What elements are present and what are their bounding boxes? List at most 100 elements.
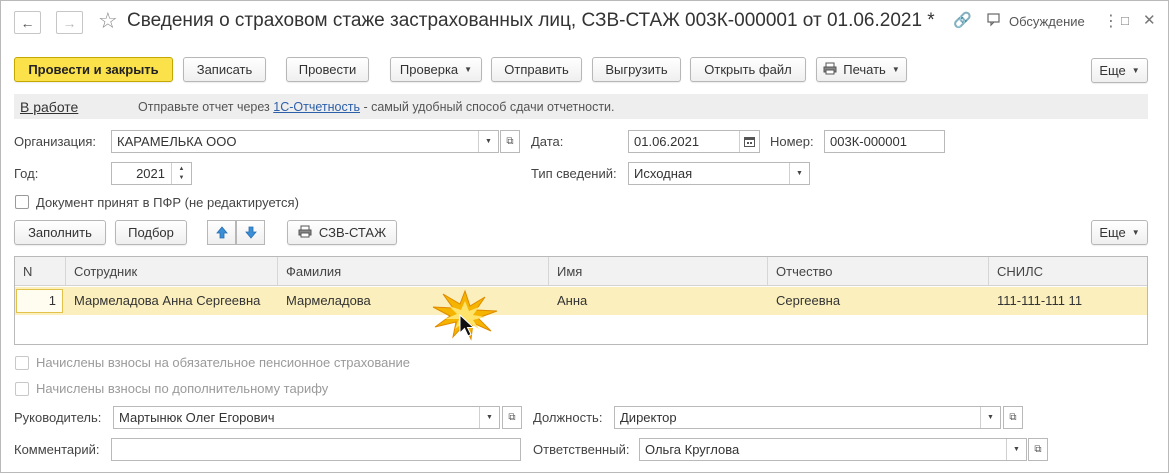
szv-print-button[interactable]: СЗВ-СТАЖ — [287, 220, 397, 245]
open-icon: ⧉ — [1034, 444, 1042, 455]
fill-button[interactable]: Заполнить — [14, 220, 106, 245]
head-open-button[interactable]: ⧉ — [502, 406, 522, 429]
dropdown-arrow-icon[interactable]: ▼ — [980, 407, 1000, 428]
table-header: N Сотрудник Фамилия Имя Отчество СНИЛС — [15, 257, 1147, 286]
szv-print-label: СЗВ-СТАЖ — [318, 225, 387, 240]
table-more-button[interactable]: Еще ▼ — [1091, 220, 1148, 245]
export-button[interactable]: Выгрузить — [592, 57, 681, 82]
dropdown-arrow-icon[interactable]: ▼ — [479, 407, 499, 428]
head-field[interactable]: Мартынюк Олег Егорович ▼ — [113, 406, 500, 429]
spin-down-icon[interactable]: ▼ — [179, 174, 185, 183]
check-button[interactable]: Проверка ▼ — [390, 57, 482, 82]
org-field[interactable]: КАРАМЕЛЬКА ООО ▼ — [111, 130, 499, 153]
type-select[interactable]: Исходная ▼ — [628, 162, 810, 185]
col-first-name[interactable]: Имя — [549, 257, 768, 286]
dropdown-arrow-icon[interactable]: ▼ — [1006, 439, 1026, 460]
pension-checkbox[interactable] — [15, 356, 29, 370]
select-button[interactable]: Подбор — [115, 220, 187, 245]
forward-button[interactable]: → — [56, 11, 83, 34]
responsible-field[interactable]: Ольга Круглова ▼ — [639, 438, 1027, 461]
move-down-button[interactable] — [236, 220, 265, 245]
type-label: Тип сведений: — [531, 166, 617, 181]
date-field[interactable]: 01.06.2021 — [628, 130, 760, 153]
dropdown-arrow-icon[interactable]: ▼ — [478, 131, 498, 152]
row-number-cell[interactable]: 1 — [16, 289, 63, 313]
org-open-button[interactable]: ⧉ — [500, 130, 520, 153]
printer-icon — [823, 62, 837, 78]
accepted-checkbox[interactable] — [15, 195, 29, 209]
extra-tariff-checkbox[interactable] — [15, 382, 29, 396]
open-icon: ⧉ — [1009, 412, 1017, 423]
org-value: КАРАМЕЛЬКА ООО — [117, 134, 237, 149]
post-and-close-button[interactable]: Провести и закрыть — [14, 57, 173, 82]
caret-down-icon: ▼ — [464, 65, 473, 74]
spin-up-icon[interactable]: ▲ — [179, 165, 185, 174]
year-spinner[interactable]: ▲ ▼ — [171, 163, 191, 184]
send-button[interactable]: Отправить — [491, 57, 582, 82]
open-file-button[interactable]: Открыть файл — [690, 57, 806, 82]
col-employee[interactable]: Сотрудник — [66, 257, 278, 286]
accepted-label: Документ принят в ПФР (не редактируется) — [36, 195, 299, 210]
extra-tariff-label: Начислены взносы по дополнительному тари… — [36, 381, 329, 396]
year-field[interactable]: 2021 ▲ ▼ — [111, 162, 192, 185]
col-last-name[interactable]: Фамилия — [278, 257, 549, 286]
more-button[interactable]: Еще ▼ — [1091, 58, 1148, 83]
more-label: Еще — [1099, 63, 1126, 78]
col-middle-name[interactable]: Отчество — [768, 257, 989, 286]
back-button[interactable]: ← — [14, 11, 41, 34]
reporting-link[interactable]: 1С-Отчетность — [273, 100, 360, 114]
check-label: Проверка — [399, 62, 459, 77]
link-icon[interactable]: 🔗 — [953, 11, 972, 29]
col-n[interactable]: N — [15, 257, 66, 286]
employees-table: N Сотрудник Фамилия Имя Отчество СНИЛС 1… — [14, 256, 1148, 345]
year-value: 2021 — [136, 166, 165, 181]
comment-input[interactable] — [111, 438, 521, 461]
caret-down-icon: ▼ — [1131, 66, 1140, 75]
responsible-value: Ольга Круглова — [645, 442, 740, 457]
type-value: Исходная — [634, 166, 693, 181]
print-button[interactable]: Печать ▼ — [816, 57, 907, 82]
position-field[interactable]: Директор ▼ — [614, 406, 1001, 429]
responsible-label: Ответственный: — [533, 442, 630, 457]
date-value: 01.06.2021 — [634, 134, 700, 149]
calendar-icon[interactable] — [739, 131, 759, 152]
position-value: Директор — [620, 410, 677, 425]
mouse-cursor-icon — [459, 314, 475, 337]
number-field[interactable]: 003К-000001 — [824, 130, 945, 153]
table-row[interactable]: 1 Мармеладова Анна Сергеевна Мармеладова… — [15, 287, 1147, 315]
date-label: Дата: — [531, 134, 564, 149]
head-value: Мартынюк Олег Егорович — [119, 410, 275, 425]
window-title: Сведения о страховом стаже застрахованны… — [127, 10, 935, 31]
discussion-link[interactable]: Обсуждение — [1009, 14, 1085, 29]
arrow-down-icon — [244, 226, 257, 239]
pension-label: Начислены взносы на обязательное пенсион… — [36, 355, 411, 370]
col-snils[interactable]: СНИЛС — [989, 257, 1147, 286]
position-open-button[interactable]: ⧉ — [1003, 406, 1023, 429]
row-last-name[interactable]: Мармеладова — [278, 287, 371, 315]
save-button[interactable]: Записать — [183, 57, 266, 82]
open-icon: ⧉ — [508, 412, 516, 423]
post-button[interactable]: Провести — [286, 57, 369, 82]
maximize-icon[interactable]: □ — [1121, 13, 1129, 28]
more-icon[interactable]: ⋮ — [1103, 11, 1119, 31]
head-label: Руководитель: — [14, 410, 102, 425]
row-first-name[interactable]: Анна — [549, 287, 587, 315]
number-label: Номер: — [770, 134, 814, 149]
table-more-label: Еще — [1099, 225, 1126, 240]
move-up-button[interactable] — [207, 220, 236, 245]
discussion-icon[interactable] — [987, 13, 1003, 31]
responsible-open-button[interactable]: ⧉ — [1028, 438, 1048, 461]
info-text-before: Отправьте отчет через — [138, 100, 274, 114]
year-label: Год: — [14, 166, 39, 181]
caret-down-icon: ▼ — [1131, 228, 1140, 237]
info-bar: В работе Отправьте отчет через 1С-Отчетн… — [14, 94, 1148, 119]
row-middle-name[interactable]: Сергеевна — [768, 287, 840, 315]
favorite-star-icon[interactable]: ☆ — [98, 8, 118, 34]
row-snils[interactable]: 111-111-111 11 — [989, 287, 1082, 315]
dropdown-arrow-icon[interactable]: ▼ — [789, 163, 809, 184]
close-icon[interactable]: ✕ — [1143, 11, 1156, 29]
status-link[interactable]: В работе — [20, 99, 78, 115]
row-employee[interactable]: Мармеладова Анна Сергеевна — [66, 287, 260, 315]
position-label: Должность: — [533, 410, 603, 425]
print-label: Печать — [843, 62, 886, 77]
